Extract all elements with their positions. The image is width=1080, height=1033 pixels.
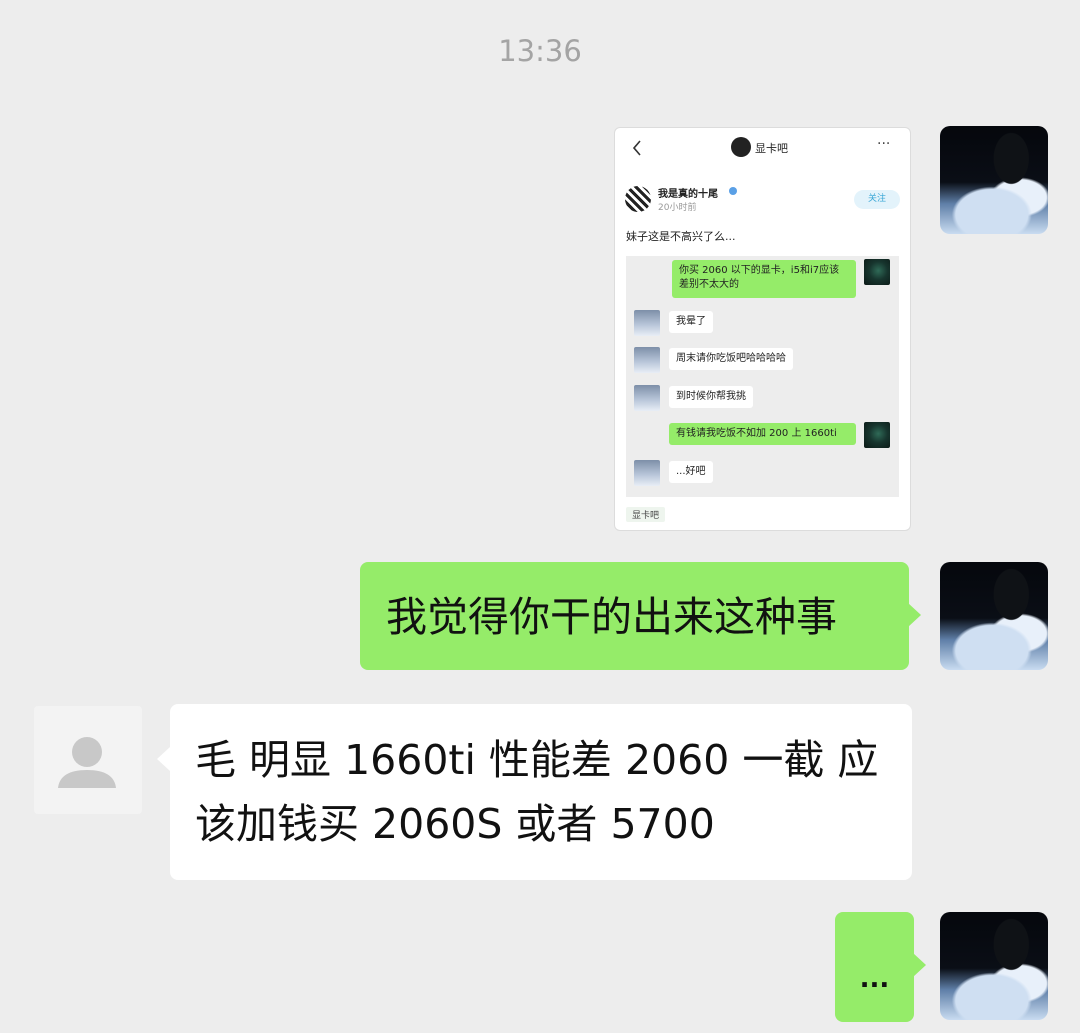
message-text: 毛 明显 1660ti 性能差 2060 一截 应该加钱买 2060S 或者 5…	[195, 736, 879, 848]
bubble-tail	[908, 603, 921, 627]
inner-message: 到时候你帮我挑	[669, 386, 753, 408]
back-arrow-icon	[632, 140, 641, 156]
message-bubble[interactable]: ...	[835, 912, 914, 1022]
inner-avatar-left	[634, 460, 660, 486]
my-avatar[interactable]	[940, 562, 1048, 670]
inner-message: 有钱请我吃饭不如加 200 上 1660ti	[669, 423, 856, 445]
forum-tag: 显卡吧	[626, 507, 666, 522]
post-text: 妹子这是不高兴了么...	[626, 230, 736, 243]
verified-icon	[729, 187, 737, 195]
bubble-tail	[913, 953, 926, 977]
inner-message: 你买 2060 以下的显卡，i5和i7应该差别不太大的	[672, 260, 856, 298]
message-bubble[interactable]: 毛 明显 1660ti 性能差 2060 一截 应该加钱买 2060S 或者 5…	[170, 704, 912, 880]
poster-name: 我是真的十尾	[658, 189, 718, 200]
inner-avatar-left	[634, 347, 660, 373]
inner-chat-image: 你买 2060 以下的显卡，i5和i7应该差别不太大的 我晕了 周末请你吃饭吧哈…	[626, 256, 899, 497]
inner-avatar-right	[864, 259, 890, 285]
inner-avatar-right	[864, 422, 890, 448]
bubble-tail	[157, 747, 170, 771]
shared-screenshot-image[interactable]: 显卡吧 ··· 我是真的十尾 20小时前 关注 妹子这是不高兴了么... 你买 …	[614, 127, 911, 531]
default-user-icon	[58, 737, 116, 788]
inner-avatar-left	[634, 385, 660, 411]
my-avatar[interactable]	[940, 126, 1048, 234]
poster-avatar	[625, 186, 651, 212]
contact-avatar[interactable]	[34, 706, 142, 814]
chat-timestamp: 13:36	[498, 34, 582, 68]
inner-avatar-left	[634, 310, 660, 336]
forum-logo-icon	[731, 137, 751, 157]
message-bubble[interactable]: 我觉得你干的出来这种事	[360, 562, 909, 670]
more-icon: ···	[877, 136, 891, 152]
screenshot-header-title: 显卡吧	[755, 142, 788, 155]
message-text: 我觉得你干的出来这种事	[386, 593, 837, 641]
message-text: ...	[859, 964, 890, 994]
post-time: 20小时前	[658, 203, 697, 213]
follow-button: 关注	[854, 190, 900, 209]
inner-message: 我晕了	[669, 311, 713, 333]
inner-message: 周末请你吃饭吧哈哈哈哈	[669, 348, 793, 370]
my-avatar[interactable]	[940, 912, 1048, 1020]
inner-message: ...好吧	[669, 461, 713, 483]
